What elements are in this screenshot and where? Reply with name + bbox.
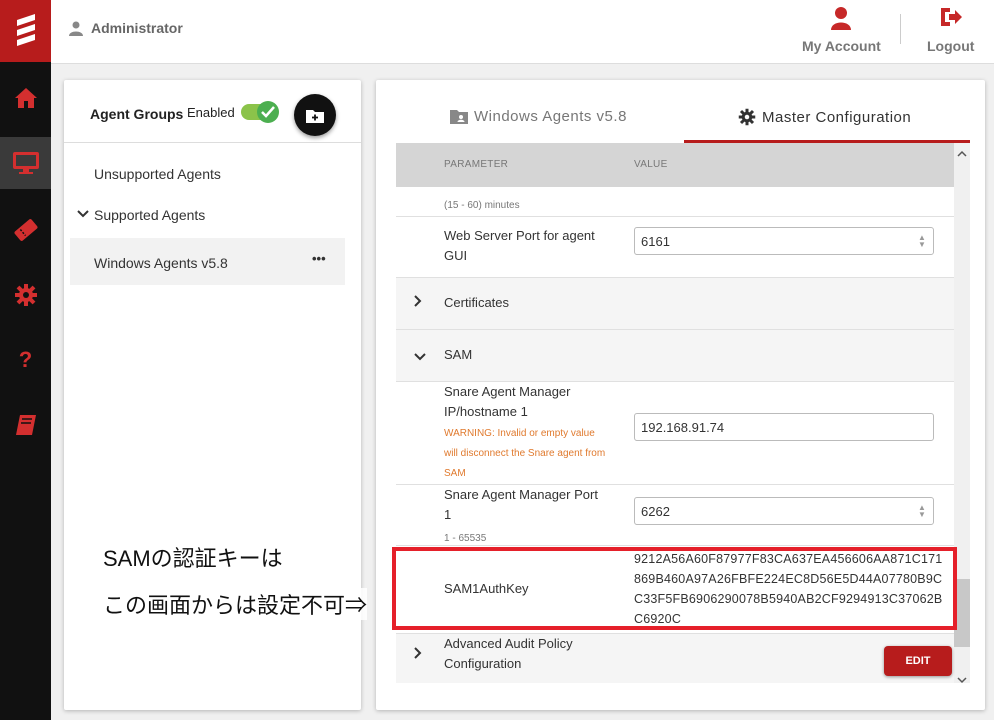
user-info: Administrator (69, 20, 183, 36)
scroll-up-icon[interactable] (957, 145, 967, 163)
nav-help[interactable]: ? (0, 334, 51, 386)
certificates-section[interactable]: Certificates (396, 278, 954, 330)
windows-agents-group-label: Windows Agents v5.8 (94, 255, 228, 271)
toggle-knob (257, 101, 279, 123)
enabled-toggle[interactable] (241, 101, 279, 123)
ticket-icon (14, 219, 37, 241)
nav-rail: ? (0, 0, 51, 720)
logout-icon (940, 8, 962, 26)
logout-label: Logout (927, 38, 975, 54)
table-row: Web Server Port for agent GUI 6161 ▲ ▼ (396, 216, 954, 278)
certificates-label: Certificates (444, 295, 510, 310)
folder-user-icon (450, 110, 468, 124)
monitor-icon (12, 152, 39, 174)
nav-tickets[interactable] (0, 204, 51, 256)
agent-groups-title: Agent Groups (90, 106, 184, 122)
chevron-down-icon[interactable] (77, 206, 89, 224)
book-icon (15, 415, 36, 435)
column-parameter: PARAMETER (444, 159, 509, 170)
sam-label: SAM (444, 347, 473, 362)
nav-agents[interactable] (0, 137, 51, 189)
annotation-line-2: この画面からは設定不可⇒ (103, 588, 368, 620)
web-port-input[interactable]: 6161 ▲ ▼ (634, 227, 934, 255)
sam-port-label: Snare Agent Manager Port 1 (444, 487, 598, 522)
account-icon (831, 7, 852, 30)
supported-agents-item[interactable]: Supported Agents (94, 207, 205, 223)
user-name: Administrator (91, 20, 183, 36)
column-value: VALUE (634, 159, 668, 170)
sam-port-hint: 1 - 65535 (444, 533, 487, 544)
unsupported-agents-item[interactable]: Unsupported Agents (94, 166, 221, 182)
scroll-down-icon[interactable] (957, 671, 967, 689)
help-icon: ? (18, 347, 33, 372)
chevron-right-icon (414, 295, 422, 310)
nav-settings[interactable] (0, 269, 51, 321)
topbar-divider (900, 14, 901, 44)
table-row: Snare Agent Manager Port 1 1 - 65535 626… (396, 485, 954, 546)
sam-port-value: 6262 (641, 504, 670, 519)
sam-host-input[interactable]: 192.168.91.74 (634, 413, 934, 441)
web-port-value: 6161 (641, 234, 670, 249)
agent-groups-header: Agent Groups Enabled (64, 80, 361, 143)
table-header: PARAMETER VALUE (396, 143, 954, 187)
table-row: Snare Agent Manager IP/hostname 1 WARNIN… (396, 382, 954, 485)
spinner-icon[interactable]: ▲ ▼ (917, 504, 927, 519)
advanced-audit-section[interactable]: Advanced Audit Policy Configuration (396, 634, 954, 683)
sam-host-value: 192.168.91.74 (641, 420, 725, 435)
gear-icon (14, 284, 37, 306)
logo-icon (16, 14, 35, 46)
tab-windows-agents-label: Windows Agents v5.8 (474, 108, 627, 125)
brand-logo[interactable] (0, 0, 51, 62)
tab-windows-agents[interactable]: Windows Agents v5.8 (450, 108, 627, 125)
my-account-button[interactable]: My Account (802, 6, 881, 54)
sam-host-warning: WARNING: Invalid or empty value will dis… (444, 428, 606, 479)
gear-icon (738, 108, 756, 126)
windows-agents-group-item[interactable]: Windows Agents v5.8 ••• (70, 238, 345, 285)
partial-hint: (15 - 60) minutes (444, 200, 520, 211)
chevron-right-icon (414, 647, 422, 662)
sam-section[interactable]: SAM (396, 330, 954, 382)
web-port-label: Web Server Port for agent GUI (444, 228, 595, 263)
chevron-down-icon (414, 349, 426, 364)
home-icon (14, 88, 37, 108)
sam-host-label: Snare Agent Manager IP/hostname 1 (444, 384, 571, 419)
spinner-icon[interactable]: ▲ ▼ (917, 234, 927, 249)
advanced-audit-label: Advanced Audit Policy Configuration (444, 636, 573, 671)
enabled-label: Enabled (187, 105, 235, 120)
logout-button[interactable]: Logout (927, 6, 974, 54)
add-group-button[interactable] (294, 94, 336, 136)
add-folder-icon (306, 109, 324, 123)
annotation-highlight-box (392, 547, 957, 630)
user-icon (69, 21, 83, 36)
nav-docs[interactable] (0, 399, 51, 451)
nav-home[interactable] (0, 72, 51, 124)
top-bar: Administrator My Account Logout (51, 0, 994, 64)
more-options-icon[interactable]: ••• (312, 251, 326, 266)
sam-port-input[interactable]: 6262 ▲ ▼ (634, 497, 934, 525)
tab-master-configuration[interactable]: Master Configuration (738, 108, 911, 126)
my-account-label: My Account (802, 38, 881, 54)
tab-master-configuration-label: Master Configuration (762, 108, 912, 126)
edit-button[interactable]: EDIT (884, 646, 952, 676)
check-icon (261, 106, 275, 118)
annotation-line-1: SAMの認証キーは (103, 541, 283, 573)
